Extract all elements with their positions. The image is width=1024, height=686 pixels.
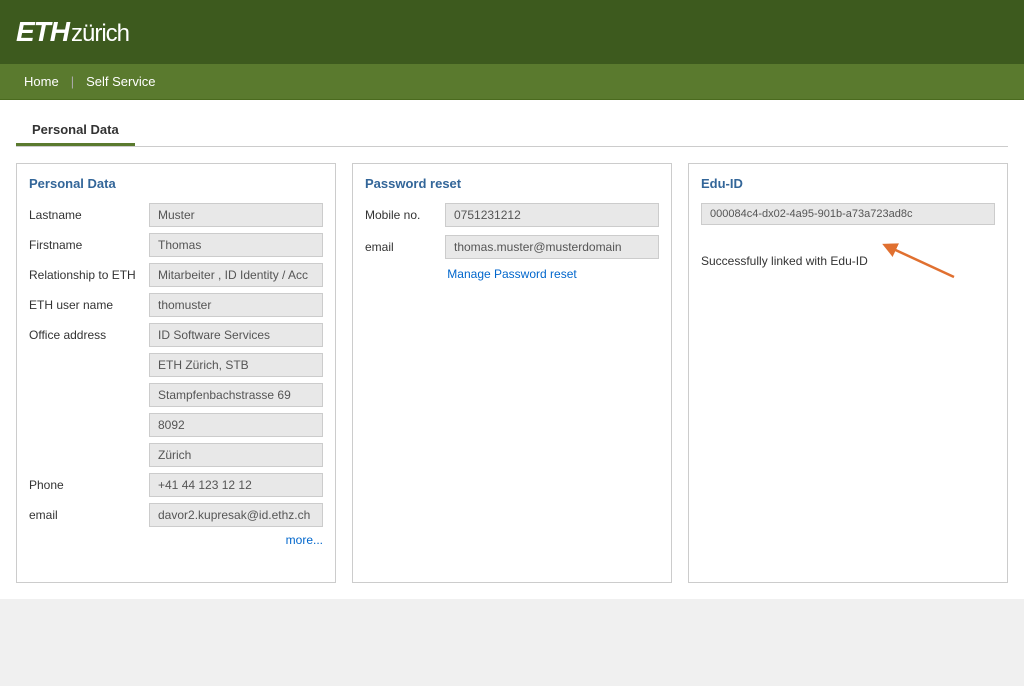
edu-success-message: Successfully linked with Edu-ID [701,254,868,268]
field-row-office4: 8092 [29,413,323,437]
value-office5: Zürich [149,443,323,467]
navbar: Home | Self Service [0,64,1024,100]
label-mobile: Mobile no. [365,208,445,222]
field-row-relationship: Relationship to ETH Mitarbeiter , ID Ide… [29,263,323,287]
field-row-email: email davor2.kupresak@id.ethz.ch [29,503,323,527]
arrow-annotation [879,237,959,287]
personal-data-panel: Personal Data Lastname Muster Firstname … [16,163,336,583]
nav-separator: | [71,74,74,89]
field-row-office3: Stampfenbachstrasse 69 [29,383,323,407]
label-username: ETH user name [29,298,149,312]
field-row-username: ETH user name thomuster [29,293,323,317]
manage-password-link[interactable]: Manage Password reset [365,267,659,281]
value-lastname: Muster [149,203,323,227]
value-phone: +41 44 123 12 12 [149,473,323,497]
zurich-text: zürich [71,20,129,48]
value-mobile: 0751231212 [445,203,659,227]
more-link[interactable]: more... [29,533,323,547]
tab-personal-data[interactable]: Personal Data [16,116,135,146]
field-row-lastname: Lastname Muster [29,203,323,227]
password-reset-title: Password reset [365,176,659,191]
label-email: email [29,508,149,522]
home-link[interactable]: Home [16,74,67,89]
label-phone: Phone [29,478,149,492]
label-relationship: Relationship to ETH [29,268,149,282]
label-pwd-email: email [365,240,445,254]
value-office3: Stampfenbachstrasse 69 [149,383,323,407]
main-content: Personal Data Personal Data Lastname Mus… [0,100,1024,599]
personal-data-title: Personal Data [29,176,323,191]
field-row-firstname: Firstname Thomas [29,233,323,257]
value-office1: ID Software Services [149,323,323,347]
value-username: thomuster [149,293,323,317]
value-office4: 8092 [149,413,323,437]
pwd-row-email: email thomas.muster@musterdomain [365,235,659,259]
tab-strip: Personal Data [16,116,1008,147]
value-relationship: Mitarbeiter , ID Identity / Acc [149,263,323,287]
field-row-phone: Phone +41 44 123 12 12 [29,473,323,497]
value-office2: ETH Zürich, STB [149,353,323,377]
edu-id-value: 000084c4-dx02-4a95-901b-a73a723ad8c [701,203,995,225]
edu-id-title: Edu-ID [701,176,995,191]
value-firstname: Thomas [149,233,323,257]
arrow-container: Successfully linked with Edu-ID [701,237,995,287]
field-row-office1: Office address ID Software Services [29,323,323,347]
header: ETH zürich [0,0,1024,64]
pwd-row-mobile: Mobile no. 0751231212 [365,203,659,227]
selfservice-link[interactable]: Self Service [78,74,163,89]
field-row-office2: ETH Zürich, STB [29,353,323,377]
label-office: Office address [29,328,149,342]
edu-id-panel: Edu-ID 000084c4-dx02-4a95-901b-a73a723ad… [688,163,1008,583]
label-lastname: Lastname [29,208,149,222]
field-row-office5: Zürich [29,443,323,467]
columns-container: Personal Data Lastname Muster Firstname … [16,163,1008,583]
eth-text: ETH [16,16,69,48]
eth-logo: ETH zürich [16,16,129,48]
password-reset-panel: Password reset Mobile no. 0751231212 ema… [352,163,672,583]
value-email: davor2.kupresak@id.ethz.ch [149,503,323,527]
value-pwd-email: thomas.muster@musterdomain [445,235,659,259]
label-firstname: Firstname [29,238,149,252]
